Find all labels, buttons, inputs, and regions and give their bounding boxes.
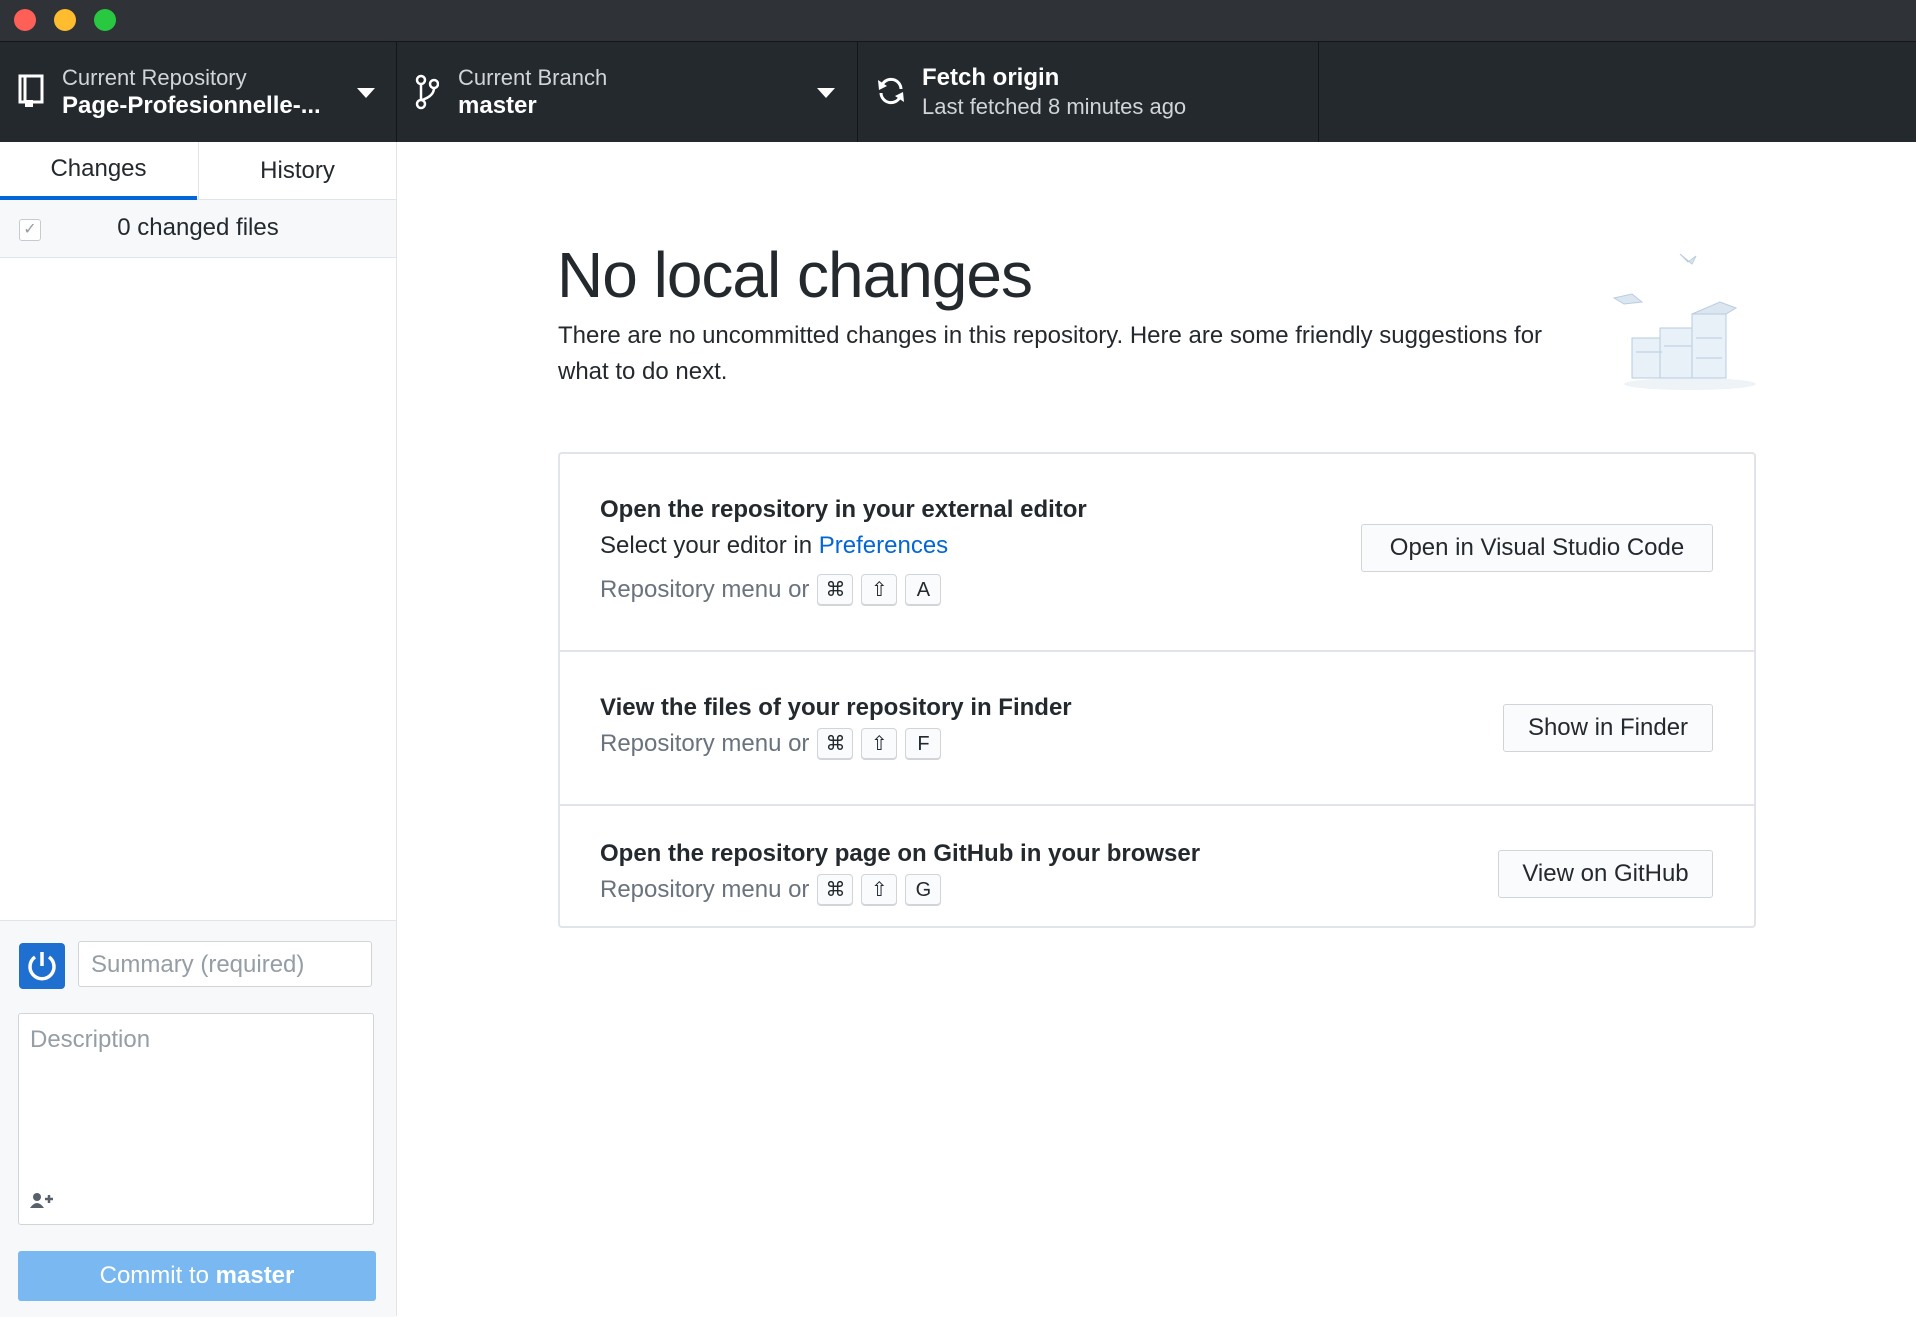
window-titlebar — [0, 0, 1916, 41]
shortcut-prefix: Repository menu or — [600, 730, 810, 757]
commit-panel: Summary (required) Description Commit to… — [0, 920, 396, 1317]
tab-history[interactable]: History — [198, 142, 396, 199]
fetch-subtitle: Last fetched 8 minutes ago — [922, 94, 1187, 119]
sidebar-tabs: Changes History — [0, 142, 396, 200]
command-key-icon: ⌘ — [817, 728, 854, 760]
preferences-link[interactable]: Preferences — [819, 532, 948, 559]
suggestions-list: Open the repository in your external edi… — [558, 452, 1756, 928]
commit-button-prefix: Commit to — [99, 1262, 209, 1289]
commit-description-input[interactable]: Description — [18, 1013, 374, 1225]
fetch-origin-button[interactable]: Fetch origin Last fetched 8 minutes ago — [858, 42, 1319, 143]
changed-files-header: ✓ 0 changed files — [0, 200, 396, 258]
chevron-down-icon — [357, 88, 375, 98]
letter-key: G — [905, 874, 942, 906]
branch-label: Current Branch — [458, 65, 608, 90]
suggestion-view-on-github: Open the repository page on GitHub in yo… — [560, 806, 1754, 928]
keyboard-shortcut: Repository menu or ⌘ ⇧ G — [600, 874, 942, 906]
changed-files-count: 0 changed files — [117, 214, 279, 241]
sync-icon — [876, 76, 906, 111]
view-on-github-button[interactable]: View on GitHub — [1498, 850, 1713, 898]
shortcut-prefix: Repository menu or — [600, 576, 810, 603]
main-content: No local changes There are no uncommitte… — [397, 142, 1916, 1316]
command-key-icon: ⌘ — [817, 874, 854, 906]
empty-state-illustration — [1612, 253, 1756, 390]
suggestion-external-editor: Open the repository in your external edi… — [560, 454, 1754, 652]
keyboard-shortcut: Repository menu or ⌘ ⇧ A — [600, 574, 942, 606]
add-coauthor-icon[interactable] — [30, 1192, 54, 1213]
open-in-editor-button[interactable]: Open in Visual Studio Code — [1361, 524, 1713, 572]
subtitle-prefix: Select your editor in — [600, 532, 813, 559]
show-in-finder-button[interactable]: Show in Finder — [1503, 704, 1713, 752]
current-branch-dropdown[interactable]: Current Branch master — [397, 42, 858, 143]
keyboard-shortcut: Repository menu or ⌘ ⇧ F — [600, 728, 942, 760]
shift-key-icon: ⇧ — [861, 574, 898, 606]
window-maximize-button[interactable] — [94, 9, 116, 31]
window-minimize-button[interactable] — [54, 9, 76, 31]
repository-icon — [18, 74, 44, 113]
fetch-title: Fetch origin — [922, 64, 1060, 91]
chevron-down-icon — [817, 88, 835, 98]
intro-text: There are no uncommitted changes in this… — [558, 322, 1543, 385]
commit-summary-input[interactable]: Summary (required) — [78, 941, 372, 987]
avatar — [19, 943, 65, 989]
window-close-button[interactable] — [14, 9, 36, 31]
letter-key: F — [905, 728, 942, 760]
power-icon — [28, 952, 56, 981]
suggestion-title: Open the repository in your external edi… — [600, 496, 1087, 523]
current-repository-dropdown[interactable]: Current Repository Page-Profesionnelle-.… — [0, 42, 397, 143]
suggestion-subtitle: Select your editor in Preferences — [600, 532, 948, 560]
toolbar: Current Repository Page-Profesionnelle-.… — [0, 41, 1916, 143]
branch-name: master — [458, 92, 537, 119]
suggestion-show-in-finder: View the files of your repository in Fin… — [560, 652, 1754, 806]
page-title: No local changes — [557, 239, 1033, 311]
tab-changes[interactable]: Changes — [0, 142, 197, 200]
shift-key-icon: ⇧ — [861, 874, 898, 906]
branch-icon — [415, 74, 440, 115]
suggestion-title: View the files of your repository in Fin… — [600, 694, 1072, 721]
repository-name: Page-Profesionnelle-... — [62, 92, 321, 119]
shift-key-icon: ⇧ — [861, 728, 898, 760]
suggestion-title: Open the repository page on GitHub in yo… — [600, 840, 1201, 867]
repository-label: Current Repository — [62, 65, 247, 90]
command-key-icon: ⌘ — [817, 574, 854, 606]
sidebar: Changes History ✓ 0 changed files Summar… — [0, 142, 397, 1317]
letter-key: A — [905, 574, 942, 606]
commit-button-branch: master — [215, 1262, 295, 1289]
shortcut-prefix: Repository menu or — [600, 876, 810, 903]
description-placeholder: Description — [30, 1026, 151, 1053]
commit-button[interactable]: Commit to master — [18, 1251, 376, 1301]
